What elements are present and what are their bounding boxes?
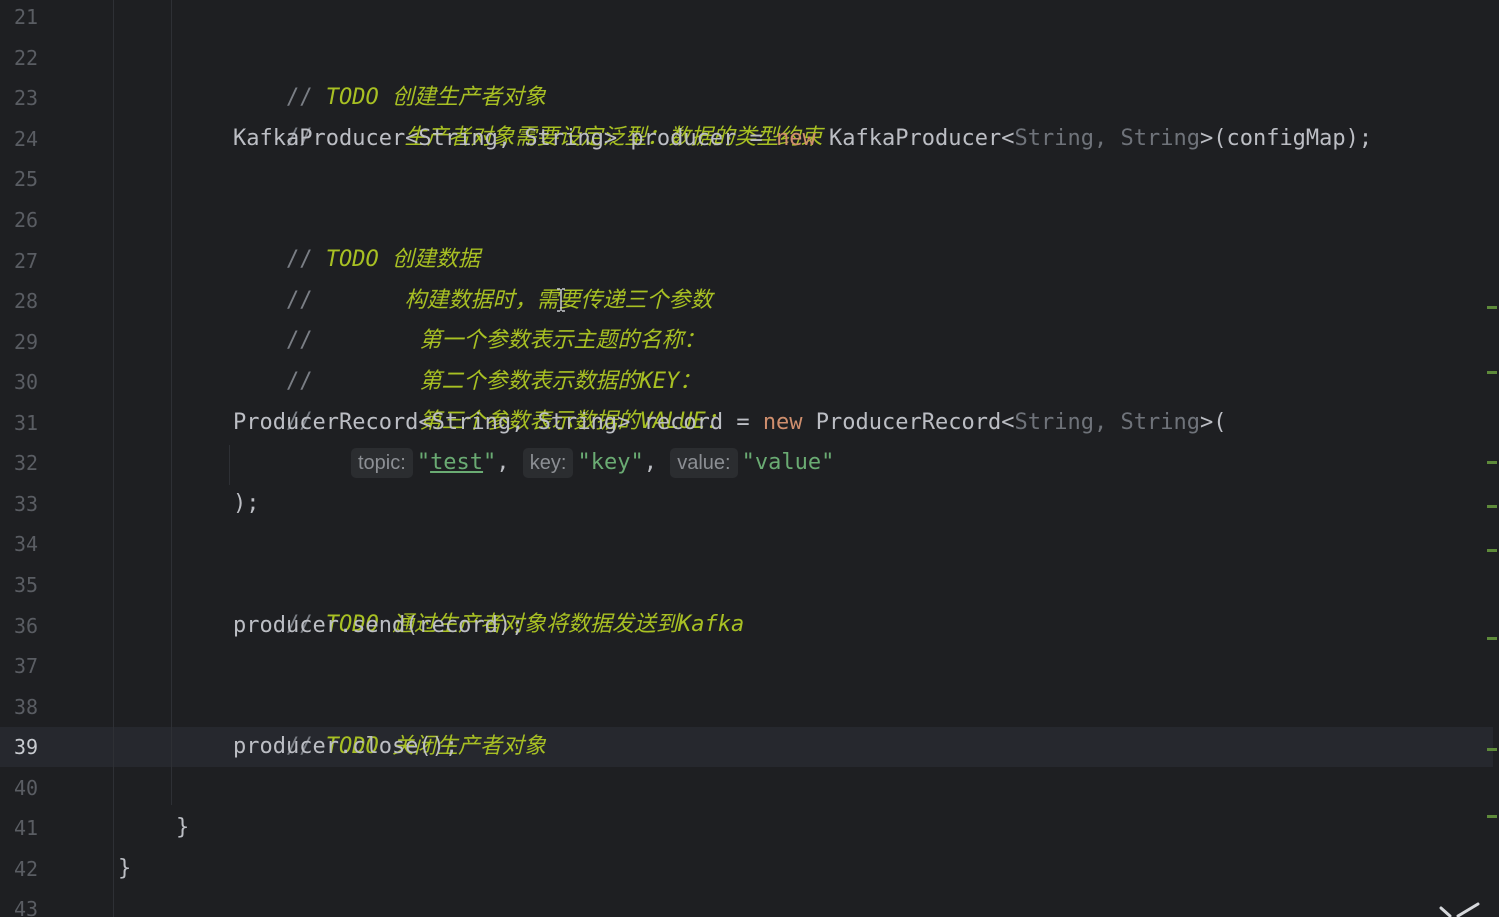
indent-guide xyxy=(229,445,230,485)
param-hint-value: value: xyxy=(670,448,738,478)
code-line-27[interactable]: //构建数据时，需要传递三个参数 xyxy=(233,241,713,313)
code-line-29[interactable]: //第二个参数表示数据的KEY： xyxy=(233,322,701,394)
change-marker[interactable] xyxy=(1487,748,1497,751)
string-quote: " xyxy=(483,450,497,475)
code-text: ); xyxy=(233,491,260,516)
closing-brace: } xyxy=(118,856,132,881)
keyword-new: new xyxy=(762,410,803,435)
indent-guide xyxy=(113,0,114,917)
code-line-23[interactable]: //生产者对象需要设定泛型：数据的类型约束 xyxy=(233,78,823,150)
code-text: producer.send(record); xyxy=(233,613,525,638)
code-line-30[interactable]: //第三个参数表示数据的VALUE： xyxy=(233,362,728,434)
code-line-26[interactable]: // TODO 创建数据 xyxy=(233,200,480,272)
line-number: 31 xyxy=(14,411,39,435)
string-value-value: "value" xyxy=(741,450,835,475)
line-number: 29 xyxy=(14,330,39,354)
line-number: 26 xyxy=(14,208,39,232)
generic-type: String xyxy=(1014,410,1094,435)
code-line-39[interactable]: producer.close(); xyxy=(233,727,458,767)
change-marker[interactable] xyxy=(1487,505,1497,508)
param-hint-key: key: xyxy=(522,448,574,478)
code-line-22[interactable]: // TODO 创建生产者对象 xyxy=(233,38,546,110)
code-text: KafkaProducer<String, String> producer = xyxy=(233,126,777,151)
code-line-24[interactable]: KafkaProducer<String, String> producer =… xyxy=(233,119,1372,159)
code-text: >(configMap); xyxy=(1199,126,1373,151)
code-line-33[interactable]: ); xyxy=(233,484,260,524)
code-text: >( xyxy=(1199,410,1227,435)
line-number: 23 xyxy=(14,86,39,110)
code-text: producer.close(); xyxy=(233,734,459,759)
generic-separator: , xyxy=(1093,410,1121,435)
string-quote: " xyxy=(416,450,431,475)
line-number: 24 xyxy=(14,127,39,151)
generic-separator: , xyxy=(1093,126,1121,151)
expand-corner-icon[interactable] xyxy=(1438,898,1484,917)
generic-type: String xyxy=(1014,126,1094,151)
code-line-41[interactable]: } xyxy=(176,808,189,848)
code-line-36[interactable]: producer.send(record); xyxy=(233,606,524,646)
string-key-value: "key" xyxy=(577,450,644,475)
code-line-31[interactable]: ProducerRecord<String, String> record = … xyxy=(233,403,1226,443)
keyword-new: new xyxy=(776,126,816,151)
indent-guide xyxy=(171,0,172,805)
line-number: 35 xyxy=(14,573,39,597)
change-marker[interactable] xyxy=(1487,371,1497,374)
line-number: 25 xyxy=(14,167,39,191)
line-number: 34 xyxy=(14,532,39,556)
ibeam-cursor-icon xyxy=(556,288,566,312)
param-hint-topic: topic: xyxy=(351,448,413,478)
code-line-38[interactable]: // TODO 关闭生产者对象 xyxy=(233,687,546,759)
generic-type: String xyxy=(1120,410,1200,435)
line-number: 30 xyxy=(14,370,39,394)
line-number: 32 xyxy=(14,451,39,475)
change-marker[interactable] xyxy=(1487,815,1497,818)
closing-brace: } xyxy=(176,815,190,840)
arg-separator: , xyxy=(643,450,671,475)
change-marker[interactable] xyxy=(1487,461,1497,464)
line-number: 27 xyxy=(14,249,39,273)
line-number: 40 xyxy=(14,776,39,800)
change-marker[interactable] xyxy=(1487,306,1497,309)
line-number: 28 xyxy=(14,289,39,313)
line-number: 21 xyxy=(14,5,39,29)
code-text: ProducerRecord< xyxy=(802,410,1015,435)
generic-type: String xyxy=(1120,126,1200,151)
arg-separator: , xyxy=(496,450,523,475)
current-line-highlight xyxy=(0,727,1493,767)
change-marker[interactable] xyxy=(1487,549,1497,552)
string-topic-underlined: test xyxy=(430,450,484,475)
code-line-35[interactable]: // TODO 通过生产者对象将数据发送到Kafka xyxy=(233,565,744,637)
line-number: 33 xyxy=(14,492,39,516)
line-number: 22 xyxy=(14,46,39,70)
line-number: 37 xyxy=(14,654,39,678)
code-line-28[interactable]: //第一个参数表示主题的名称： xyxy=(233,281,706,353)
line-number-current: 39 xyxy=(14,735,39,759)
line-number: 38 xyxy=(14,695,39,719)
line-number: 36 xyxy=(14,614,39,638)
line-number: 42 xyxy=(14,857,39,881)
string-topic-value: test xyxy=(430,450,483,475)
code-editor[interactable]: 21 22 23 24 25 26 27 28 29 30 31 32 33 3… xyxy=(0,0,1499,917)
code-line-42[interactable]: } xyxy=(118,849,131,889)
code-line-32[interactable]: topic: "test", key: "key", value: "value" xyxy=(351,443,834,483)
code-text: KafkaProducer< xyxy=(815,126,1015,151)
line-number: 43 xyxy=(14,897,39,917)
line-number: 41 xyxy=(14,816,39,840)
code-text: ProducerRecord<String, String> record = xyxy=(233,410,763,435)
change-marker[interactable] xyxy=(1487,637,1497,640)
